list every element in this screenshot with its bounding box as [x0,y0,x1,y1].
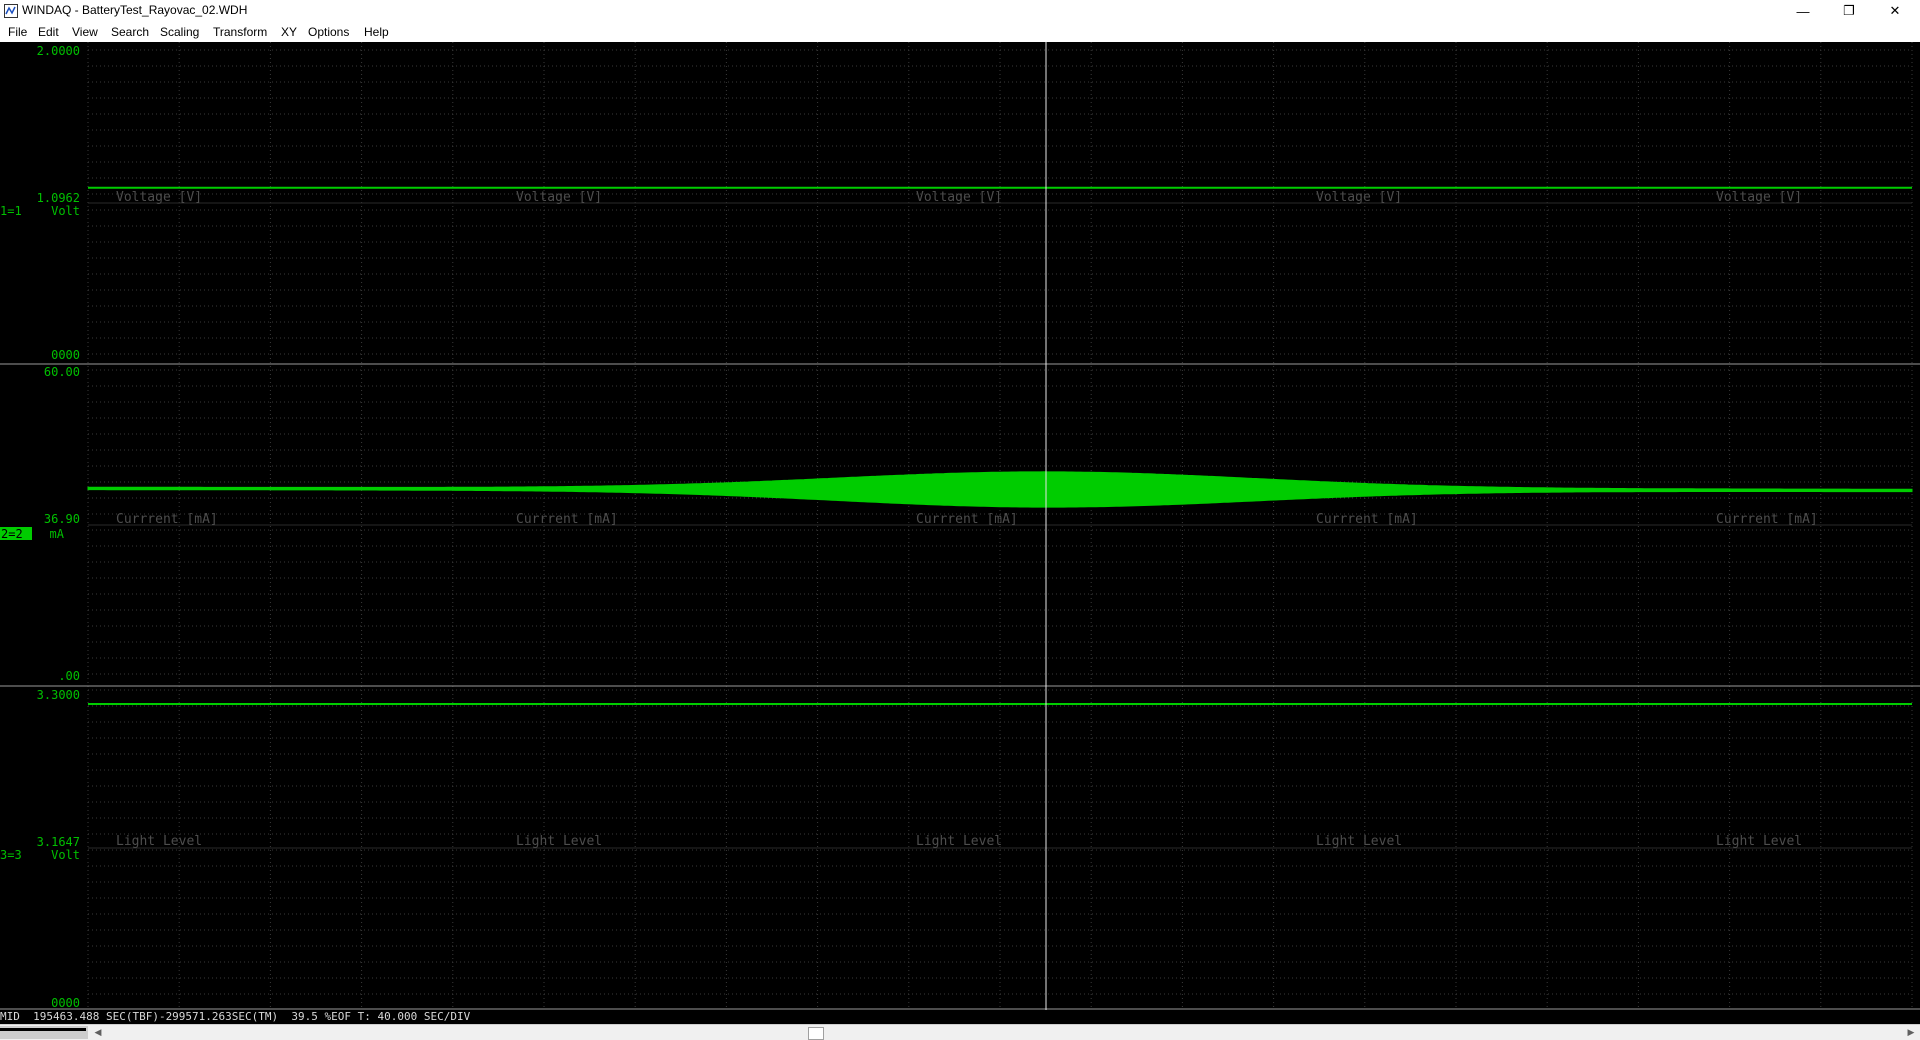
menu-file[interactable]: File [8,25,27,39]
channel-labels: Voltage [V] Voltage [V] Voltage [V] Voltage… [116,190,1818,849]
menu-xy[interactable]: XY [281,25,297,39]
channel-1-label: Voltage [V] [516,190,602,205]
channel-separators [0,363,1920,1010]
menu-bar: File Edit View Search Scaling Transform … [0,22,1920,42]
channel-2-label: Currrent [mA] [516,512,618,527]
menu-edit[interactable]: Edit [38,25,59,39]
channel-1-unit: Volt [51,204,80,218]
scroll-left-arrow-icon[interactable]: ◀ [92,1026,104,1039]
channel-1-scale: 2.0000 1.0962 1=1 Volt 0000 [0,44,80,362]
menu-scaling[interactable]: Scaling [160,25,199,39]
scrollbar-position-marker[interactable] [808,1027,824,1040]
channel-2-top-value: 60.00 [44,365,80,379]
channel-3-top-value: 3.3000 [37,688,80,702]
channel-1-label: Voltage [V] [1716,190,1802,205]
channel-2-unit: mA [50,527,65,541]
minimize-icon: — [1796,3,1810,19]
channel-3-scale: 3.3000 3.1647 3=3 Volt 0000 [0,688,80,1010]
channel-1-label: Voltage [V] [916,190,1002,205]
scroll-right-arrow-icon[interactable]: ▶ [1904,1026,1918,1039]
minimize-button[interactable]: — [1780,0,1826,22]
channel-2-mid-value: 36.90 [44,512,80,526]
channel-2-label: Currrent [mA] [1316,512,1418,527]
channel-3-label: Light Level [916,834,1002,849]
status-bar: MID 195463.488 SEC(TBF)-299571.263SEC(TM… [0,1010,1920,1024]
channel-3-id[interactable]: 3=3 [0,848,22,862]
channel-3-mid-value: 3.1647 [37,835,80,849]
restore-button[interactable]: ❐ [1826,0,1872,22]
time-scrollbar[interactable]: ◀ ▶ [0,1024,1920,1040]
channel-2-label: Currrent [mA] [916,512,1018,527]
channel-2-scale: 60.00 36.90 2=2 mA .00 [0,365,80,683]
window-title: WINDAQ - BatteryTest_Rayovac_02.WDH [22,3,248,17]
channel-2-bottom-value: .00 [58,669,80,683]
channel-3-unit: Volt [51,848,80,862]
menu-help[interactable]: Help [364,25,389,39]
channel-1-mid-value: 1.0962 [37,191,80,205]
menu-search[interactable]: Search [111,25,149,39]
windaq-app-icon [4,4,18,18]
menu-options[interactable]: Options [308,25,349,39]
channel-3-label: Light Level [1716,834,1802,849]
channel-2-label: Currrent [mA] [1716,512,1818,527]
channel-2-id[interactable]: 2=2 [1,527,23,541]
title-bar: WINDAQ - BatteryTest_Rayovac_02.WDH — ❐ … [0,0,1920,22]
channel-2-trace [87,471,1913,508]
waveform-display[interactable]: 2.0000 1.0962 1=1 Volt 0000 60.00 36.90 … [0,42,1920,1010]
channel-1-bottom-value: 0000 [51,348,80,362]
close-icon: ✕ [1889,3,1901,18]
channel-1-label: Voltage [V] [116,190,202,205]
channel-3-label: Light Level [516,834,602,849]
channel-3-bottom-value: 0000 [51,996,80,1010]
channel-1-top-value: 2.0000 [37,44,80,58]
channel-2-label: Currrent [mA] [116,512,218,527]
menu-transform[interactable]: Transform [213,25,267,39]
channel-3-label: Light Level [116,834,202,849]
scrollbar-thumb[interactable] [0,1026,88,1039]
menu-view[interactable]: View [72,25,98,39]
restore-icon: ❐ [1843,3,1855,18]
channel-3-label: Light Level [1316,834,1402,849]
channel-1-id[interactable]: 1=1 [0,204,22,218]
channel-1-label: Voltage [V] [1316,190,1402,205]
close-button[interactable]: ✕ [1872,0,1918,22]
